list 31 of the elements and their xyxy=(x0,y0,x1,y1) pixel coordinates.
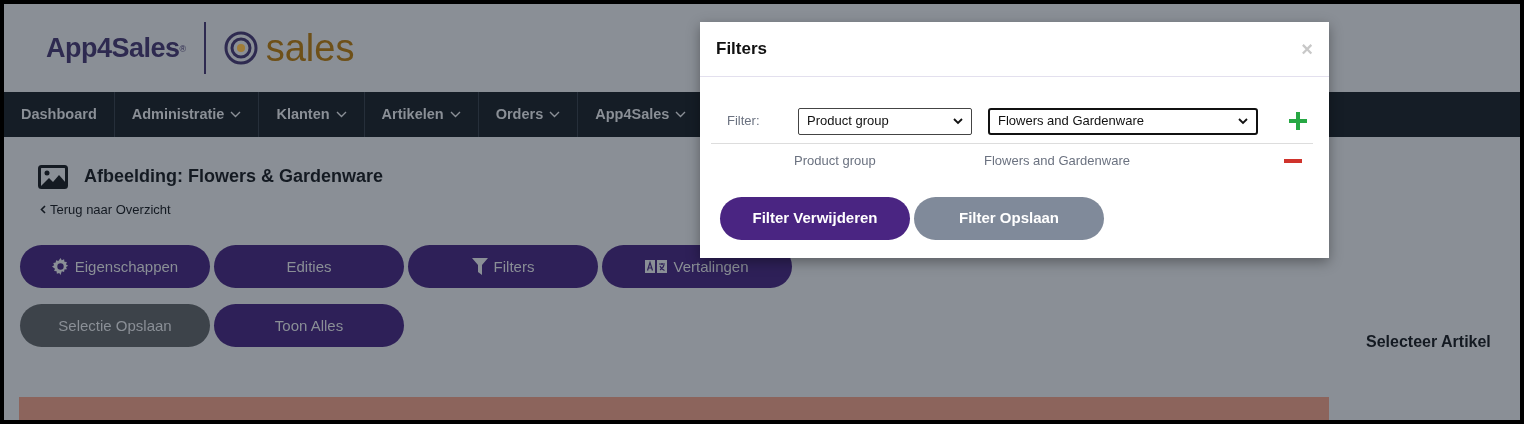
chevron-left-icon xyxy=(40,205,46,215)
action-button[interactable]: Edities xyxy=(214,245,404,289)
section-heading: Selecteer Artikel xyxy=(1366,332,1491,352)
action-button[interactable]: Toon Alles xyxy=(214,304,404,348)
nav-item[interactable]: Administratie xyxy=(114,92,260,137)
nav-item[interactable]: Dashboard xyxy=(4,92,115,137)
image-icon xyxy=(38,164,68,189)
action-button[interactable]: Eigenschappen xyxy=(20,245,210,289)
chevron-down-icon xyxy=(953,117,963,125)
gear-icon xyxy=(51,258,69,276)
chevron-down-icon xyxy=(1238,117,1248,125)
translate-icon xyxy=(645,260,668,274)
dropdown-field[interactable]: Product group xyxy=(798,107,972,135)
brand-logo: App4Sales$^{®}$ xyxy=(46,31,186,65)
add-icon[interactable] xyxy=(1289,112,1307,130)
filter-label: Filter: xyxy=(727,112,761,131)
filter-field: Product group xyxy=(794,150,984,171)
page-title: Afbeelding: Flowers & Gardenware xyxy=(84,165,384,188)
nav-item[interactable]: Klanten xyxy=(259,92,365,137)
filter-value: Flowers and Gardenware xyxy=(984,151,1131,170)
nav-item[interactable]: Orders xyxy=(478,92,579,137)
product-logo: sales xyxy=(265,29,355,67)
target-icon xyxy=(223,31,258,65)
filter-icon xyxy=(471,258,488,276)
dropdown-field[interactable]: Flowers and Gardenware xyxy=(988,107,1258,135)
back-link[interactable]: Terug naar Overzicht xyxy=(40,200,171,220)
modal-button[interactable]: Filter Verwijderen xyxy=(720,197,910,240)
remove-icon[interactable] xyxy=(1284,158,1302,163)
action-button[interactable]: Filters xyxy=(408,245,598,289)
modal-title: Filters xyxy=(716,38,768,61)
nav-item[interactable]: Artikelen xyxy=(364,92,479,137)
